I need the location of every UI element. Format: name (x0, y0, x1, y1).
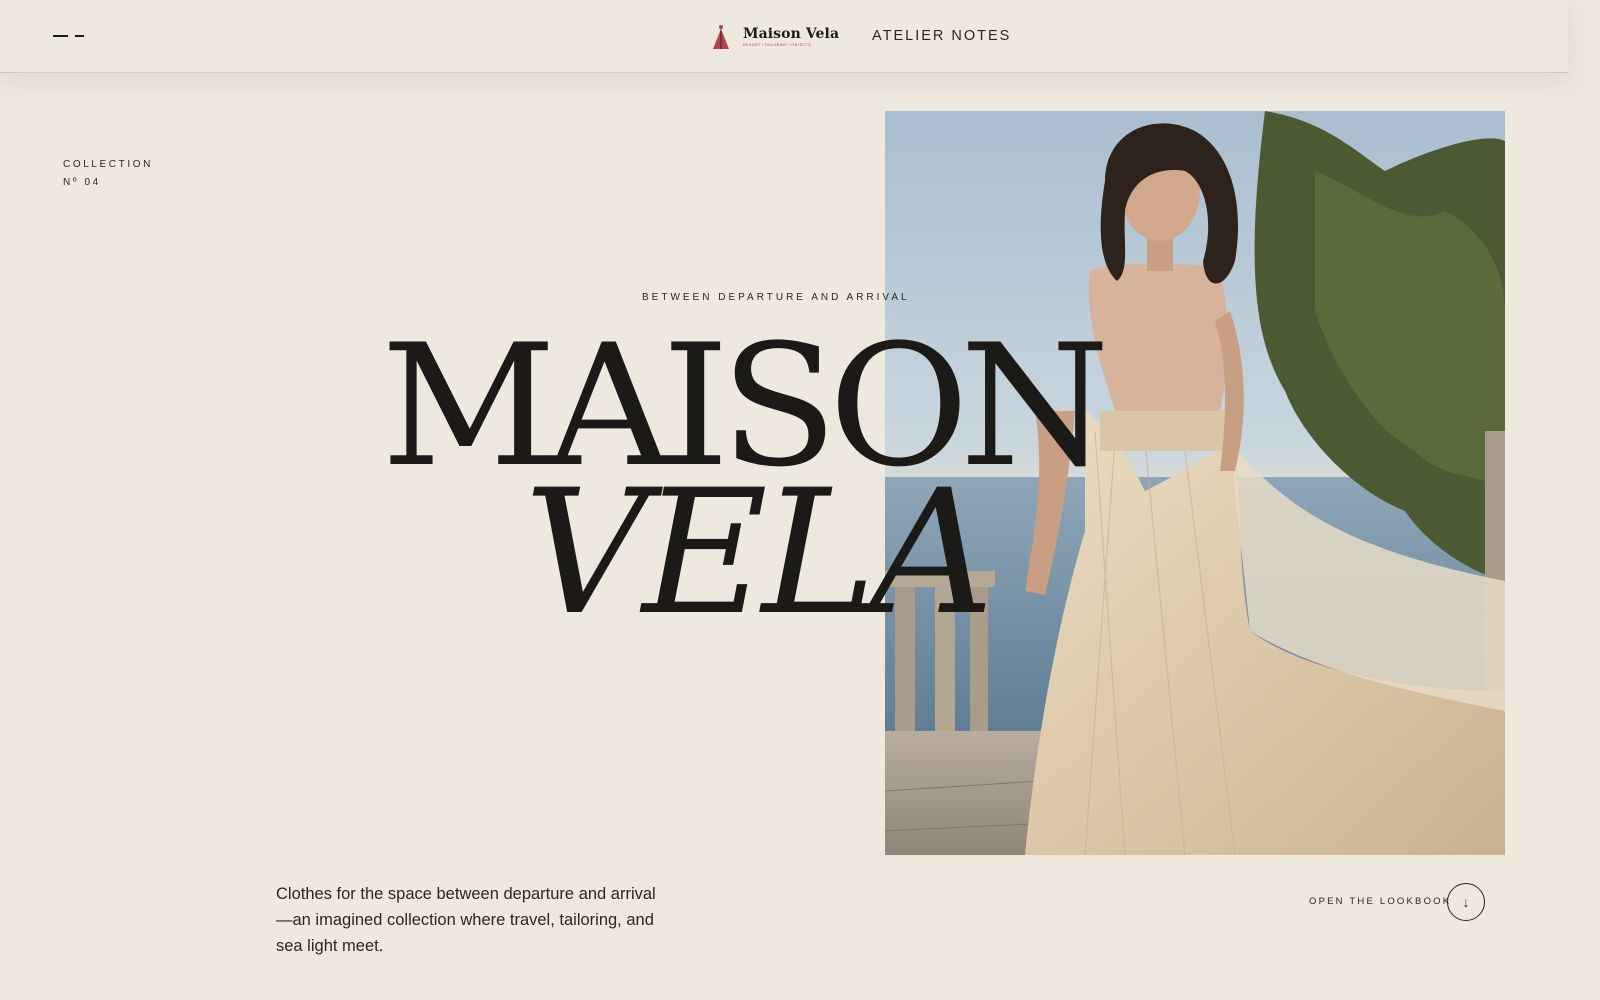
collection-label: COLLECTION Nº 04 (63, 156, 153, 192)
nav-link-atelier-notes[interactable]: ATELIER NOTES (872, 28, 1011, 44)
menu-button[interactable] (52, 28, 88, 44)
brand-logo-link[interactable]: Maison Vela RESORT / TAILORING / OBJECTS (711, 22, 839, 52)
open-lookbook-label: OPEN THE LOOKBOOK (1309, 896, 1452, 907)
collection-number: Nº 04 (63, 177, 101, 188)
sail-logo-icon (713, 25, 729, 49)
hero-eyebrow: BETWEEN DEPARTURE AND ARRIVAL (642, 292, 910, 303)
site-header: Maison Vela RESORT / TAILORING / OBJECTS… (0, 0, 1568, 73)
open-lookbook-button[interactable]: OPEN THE LOOKBOOK ↓ (1309, 882, 1487, 922)
brand-name: Maison Vela (743, 26, 840, 42)
menu-icon-short-line (75, 35, 84, 37)
arrow-down-icon: ↓ (1447, 883, 1485, 921)
hero-intro-text: Clothes for the space between departure … (276, 884, 656, 955)
collection-label-line1: COLLECTION (63, 159, 153, 170)
brand-tagline: RESORT / TAILORING / OBJECTS (743, 43, 812, 47)
hero-title-line2: VELA (524, 452, 994, 653)
menu-icon (53, 35, 68, 37)
